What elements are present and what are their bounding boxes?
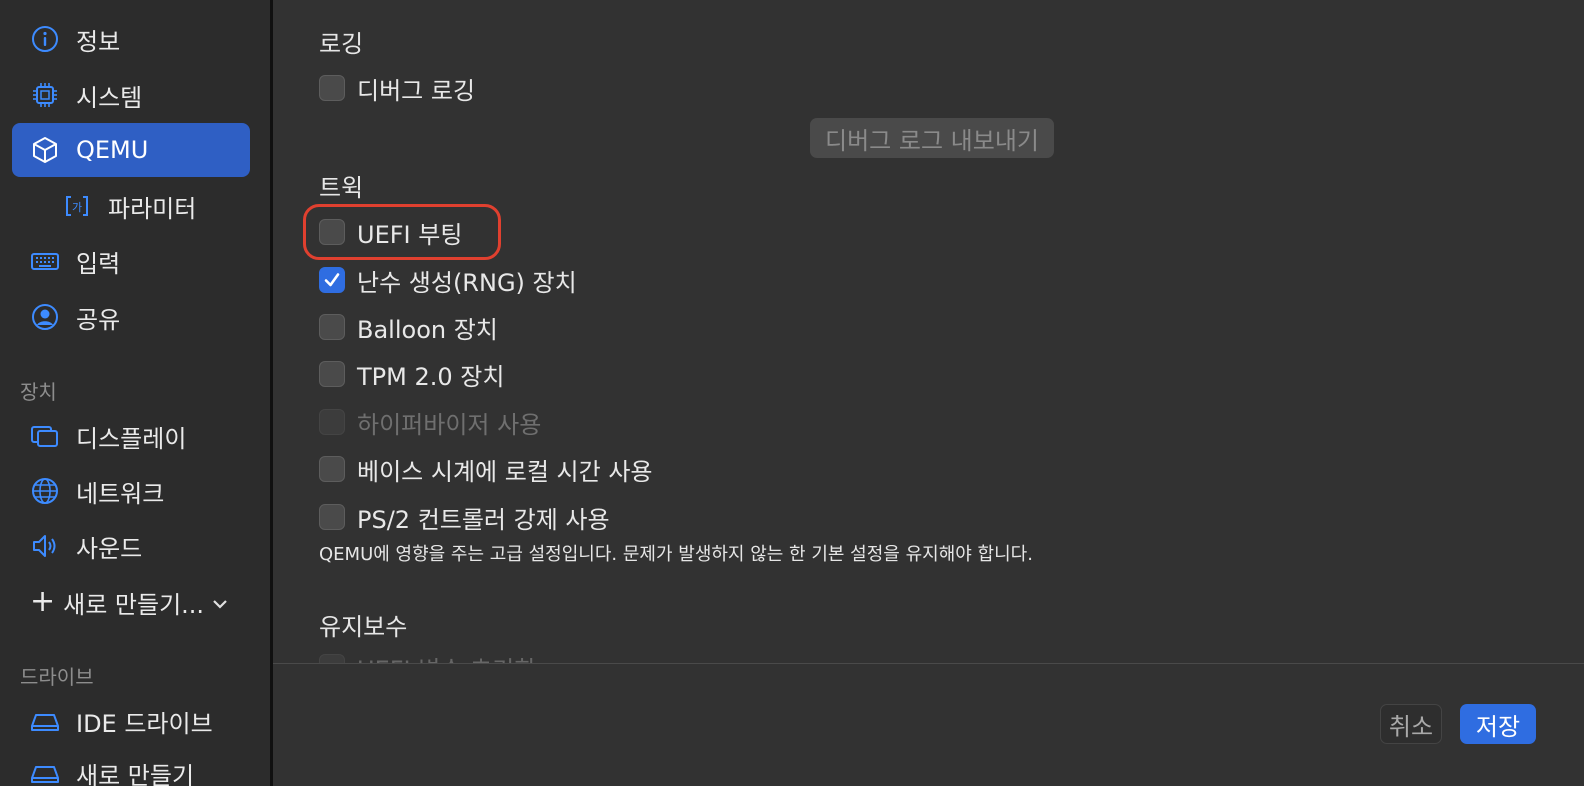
- debug-logging-label: 디버그 로깅: [357, 76, 476, 105]
- checkbox-box[interactable]: [319, 361, 345, 387]
- display-icon: [28, 419, 62, 453]
- globe-icon: [28, 474, 62, 508]
- sidebar-item-new-drive[interactable]: 새로 만들기: [12, 746, 250, 786]
- sidebar-item-label: 시스템: [76, 83, 143, 112]
- logging-heading: 로깅: [319, 30, 364, 58]
- sidebar-item-label: 공유: [76, 305, 121, 334]
- sidebar-item-display[interactable]: 디스플레이: [12, 409, 250, 463]
- drive-icon: [28, 704, 62, 738]
- sidebar-item-ide-drive[interactable]: IDE 드라이브: [12, 694, 250, 748]
- qemu-settings-panel: 로깅 디버그 로깅 디버그 로그 내보내기 트윅 UEFI 부팅 난수 생성(R…: [273, 0, 1584, 664]
- info-icon: [28, 22, 62, 56]
- save-button[interactable]: 저장: [1460, 704, 1536, 744]
- sidebar-item-parameters[interactable]: 가 파라미터: [44, 179, 250, 233]
- debug-logging-checkbox[interactable]: 디버그 로깅: [319, 71, 475, 105]
- svg-text:가: 가: [72, 201, 82, 214]
- checkmark-icon: [324, 273, 340, 287]
- sidebar-item-sharing[interactable]: 공유: [12, 290, 250, 344]
- settings-window: 정보 시스템 QEMU 가 파라미터 입력 공유 장치 디스플레이 네트워크 사…: [0, 0, 1584, 786]
- cpu-icon: [28, 78, 62, 112]
- sidebar-item-label: QEMU: [76, 136, 149, 164]
- option-label: TPM 2.0 장치: [357, 362, 505, 391]
- sidebar-item-label: 입력: [76, 249, 121, 278]
- sidebar-item-info[interactable]: 정보: [12, 12, 250, 66]
- sidebar-item-label: 네트워크: [76, 479, 165, 508]
- option-label: UEFI 변수 초기화: [357, 650, 536, 665]
- option-label: UEFI 부팅: [357, 220, 463, 249]
- sidebar-item-label: IDE 드라이브: [76, 709, 213, 738]
- tpm-device-checkbox[interactable]: TPM 2.0 장치: [319, 357, 504, 391]
- sidebar-item-label: 디스플레이: [76, 424, 187, 453]
- keyboard-icon: [28, 244, 62, 278]
- option-label: PS/2 컨트롤러 강제 사용: [357, 505, 610, 534]
- uefi-boot-checkbox[interactable]: UEFI 부팅: [319, 215, 462, 249]
- sidebar-item-network[interactable]: 네트워크: [12, 464, 250, 518]
- drives-section-label: 드라이브: [20, 665, 94, 689]
- person-circle-icon: [28, 300, 62, 334]
- tweaks-description: QEMU에 영향을 주는 고급 설정입니다. 문제가 발생하지 않는 한 기본 …: [319, 544, 1033, 565]
- checkbox-box[interactable]: [319, 456, 345, 482]
- sidebar-item-input[interactable]: 입력: [12, 234, 250, 288]
- tweaks-heading: 트윅: [319, 174, 364, 202]
- speaker-icon: [28, 529, 62, 563]
- sidebar-item-label: 파라미터: [108, 194, 197, 223]
- sidebar-item-sound[interactable]: 사운드: [12, 519, 250, 573]
- new-device-button[interactable]: + 새로 만들기...: [30, 582, 228, 622]
- new-device-label: 새로 만들기...: [63, 590, 205, 619]
- devices-section-label: 장치: [20, 380, 57, 404]
- checkbox-box[interactable]: [319, 267, 345, 293]
- option-label: Balloon 장치: [357, 315, 498, 344]
- sidebar-item-label: 사운드: [76, 534, 143, 563]
- chevron-down-icon: [212, 588, 228, 616]
- plus-icon: +: [30, 584, 56, 619]
- sidebar-item-system[interactable]: 시스템: [12, 68, 250, 122]
- sidebar-item-label: 새로 만들기: [76, 761, 195, 786]
- option-label: 난수 생성(RNG) 장치: [357, 268, 577, 297]
- checkbox-box[interactable]: [319, 314, 345, 340]
- option-label: 하이퍼바이저 사용: [357, 410, 542, 439]
- export-debug-log-button[interactable]: 디버그 로그 내보내기: [810, 118, 1054, 158]
- rng-device-checkbox[interactable]: 난수 생성(RNG) 장치: [319, 263, 577, 297]
- checkbox-box[interactable]: [319, 504, 345, 530]
- hypervisor-checkbox: 하이퍼바이저 사용: [319, 405, 541, 439]
- checkbox-box[interactable]: [319, 219, 345, 245]
- balloon-device-checkbox[interactable]: Balloon 장치: [319, 310, 498, 344]
- option-label: 베이스 시계에 로컬 시간 사용: [357, 457, 653, 486]
- parameter-icon: 가: [60, 189, 94, 223]
- sidebar-item-label: 정보: [76, 27, 121, 56]
- ps2-controller-checkbox[interactable]: PS/2 컨트롤러 강제 사용: [319, 500, 610, 534]
- cancel-button[interactable]: 취소: [1380, 704, 1442, 744]
- local-time-checkbox[interactable]: 베이스 시계에 로컬 시간 사용: [319, 452, 652, 486]
- sidebar: 정보 시스템 QEMU 가 파라미터 입력 공유 장치 디스플레이 네트워크 사…: [0, 0, 270, 786]
- sidebar-item-qemu[interactable]: QEMU: [12, 123, 250, 177]
- checkbox-box[interactable]: [319, 75, 345, 101]
- maintenance-heading: 유지보수: [319, 613, 408, 641]
- drive-icon: [28, 756, 62, 786]
- cube-icon: [28, 133, 62, 167]
- checkbox-box: [319, 409, 345, 435]
